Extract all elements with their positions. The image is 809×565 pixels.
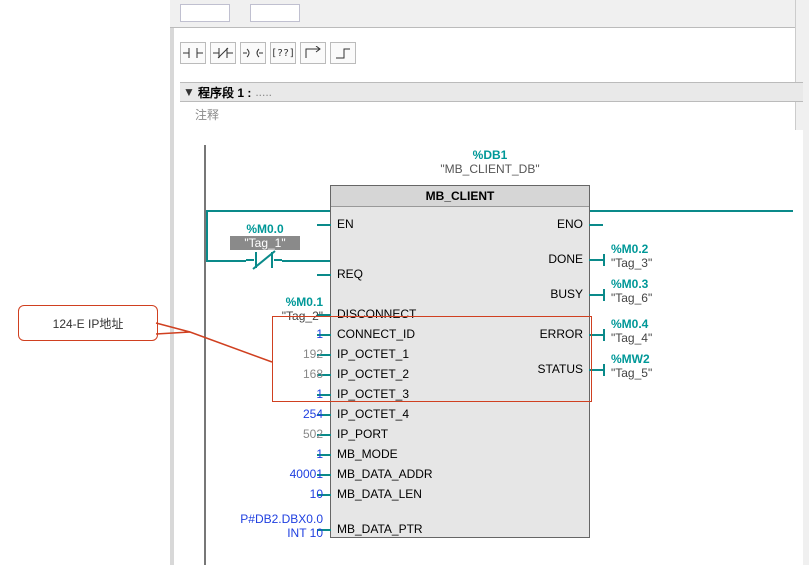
fb-body: ENREQDISCONNECT%M0.1"Tag_2"CONNECT_ID1IP… bbox=[331, 207, 589, 537]
fb-output-error[interactable]: ERROR bbox=[540, 327, 583, 341]
terminator bbox=[603, 254, 605, 266]
top-stub bbox=[250, 4, 300, 22]
callout-ip: 124-E IP地址 bbox=[18, 305, 158, 341]
pin-stub bbox=[589, 224, 603, 226]
nc-contact-button[interactable] bbox=[210, 42, 236, 64]
terminator bbox=[603, 329, 605, 341]
fb-input-ip_octet_1[interactable]: IP_OCTET_1 bbox=[337, 347, 409, 361]
coil-button[interactable] bbox=[240, 42, 266, 64]
fb-input-ip_octet_2[interactable]: IP_OCTET_2 bbox=[337, 367, 409, 381]
input-tag[interactable]: %M0.1"Tag_2" bbox=[282, 295, 323, 323]
wire bbox=[206, 210, 208, 260]
ladder-area: %DB1 "MB_CLIENT_DB" %M0.0 "Tag_1" MB_CLI… bbox=[200, 130, 803, 565]
fb-input-disconnect[interactable]: DISCONNECT bbox=[337, 307, 416, 321]
pin-stub bbox=[317, 224, 331, 226]
db-address: %DB1 bbox=[410, 148, 570, 162]
wire bbox=[206, 210, 330, 212]
fb-output-done[interactable]: DONE bbox=[548, 252, 583, 266]
tag-address: %M0.0 bbox=[230, 222, 300, 236]
req-tag[interactable]: %M0.0 "Tag_1" bbox=[230, 222, 300, 250]
output-tag[interactable]: %M0.3"Tag_6" bbox=[611, 277, 652, 305]
no-contact-button[interactable] bbox=[180, 42, 206, 64]
branch-open-button[interactable] bbox=[300, 42, 326, 64]
network-title: 程序段 1 : bbox=[198, 84, 251, 101]
fb-input-mb_mode[interactable]: MB_MODE bbox=[337, 447, 398, 461]
wire bbox=[282, 260, 330, 262]
fb-input-mb_data_ptr[interactable]: MB_DATA_PTR bbox=[337, 522, 423, 536]
db-name: "MB_CLIENT_DB" bbox=[410, 162, 570, 176]
nc-contact-tag1[interactable] bbox=[246, 249, 282, 271]
empty-box-button[interactable]: [??] bbox=[270, 42, 296, 64]
terminator bbox=[603, 289, 605, 301]
instance-db-label[interactable]: %DB1 "MB_CLIENT_DB" bbox=[410, 148, 570, 176]
pin-stub bbox=[589, 369, 603, 371]
callout-tail bbox=[150, 322, 280, 412]
lad-toolbar: [??] bbox=[180, 42, 356, 68]
wire bbox=[590, 210, 793, 212]
branch-close-button[interactable] bbox=[330, 42, 356, 64]
fb-input-ip_octet_4[interactable]: IP_OCTET_4 bbox=[337, 407, 409, 421]
fb-mb-client[interactable]: MB_CLIENT ENREQDISCONNECT%M0.1"Tag_2"CON… bbox=[330, 185, 590, 538]
output-tag[interactable]: %M0.2"Tag_3" bbox=[611, 242, 652, 270]
fb-input-en[interactable]: EN bbox=[337, 217, 354, 231]
pin-stub bbox=[317, 274, 331, 276]
input-value[interactable]: 502 bbox=[303, 427, 323, 441]
input-value[interactable]: 168 bbox=[303, 367, 323, 381]
fb-title: MB_CLIENT bbox=[331, 186, 589, 207]
input-value[interactable]: 254 bbox=[303, 407, 323, 421]
fb-input-ip_port[interactable]: IP_PORT bbox=[337, 427, 388, 441]
network-comment[interactable]: 注释 bbox=[195, 106, 219, 123]
fb-input-connect_id[interactable]: CONNECT_ID bbox=[337, 327, 415, 341]
pin-stub bbox=[589, 334, 603, 336]
wire bbox=[206, 260, 246, 262]
editor-top-bar bbox=[170, 0, 809, 28]
fb-input-ip_octet_3[interactable]: IP_OCTET_3 bbox=[337, 387, 409, 401]
top-stub bbox=[180, 4, 230, 22]
fb-input-mb_data_addr[interactable]: MB_DATA_ADDR bbox=[337, 467, 433, 481]
pin-stub bbox=[589, 259, 603, 261]
input-value[interactable]: P#DB2.DBX0.0INT 10 bbox=[240, 512, 323, 540]
network-title-dots: ..... bbox=[255, 85, 272, 99]
input-value[interactable]: 1 bbox=[316, 387, 323, 401]
left-gutter bbox=[170, 28, 174, 565]
input-value[interactable]: 1 bbox=[316, 447, 323, 461]
input-value[interactable]: 40001 bbox=[290, 467, 323, 481]
fb-output-busy[interactable]: BUSY bbox=[550, 287, 583, 301]
callout-text: 124-E IP地址 bbox=[53, 315, 124, 332]
output-tag[interactable]: %M0.4"Tag_4" bbox=[611, 317, 652, 345]
pin-stub bbox=[589, 294, 603, 296]
input-value[interactable]: 1 bbox=[316, 327, 323, 341]
collapse-icon[interactable]: ▼ bbox=[180, 85, 198, 99]
output-tag[interactable]: %MW2"Tag_5" bbox=[611, 352, 652, 380]
tag-name: "Tag_1" bbox=[230, 236, 300, 250]
fb-output-eno[interactable]: ENO bbox=[557, 217, 583, 231]
fb-input-req[interactable]: REQ bbox=[337, 267, 363, 281]
input-value[interactable]: 10 bbox=[310, 487, 323, 501]
fb-input-mb_data_len[interactable]: MB_DATA_LEN bbox=[337, 487, 422, 501]
input-value[interactable]: 192 bbox=[303, 347, 323, 361]
fb-output-status[interactable]: STATUS bbox=[537, 362, 583, 376]
network-header[interactable]: ▼ 程序段 1 : ..... bbox=[180, 82, 803, 102]
terminator bbox=[603, 364, 605, 376]
